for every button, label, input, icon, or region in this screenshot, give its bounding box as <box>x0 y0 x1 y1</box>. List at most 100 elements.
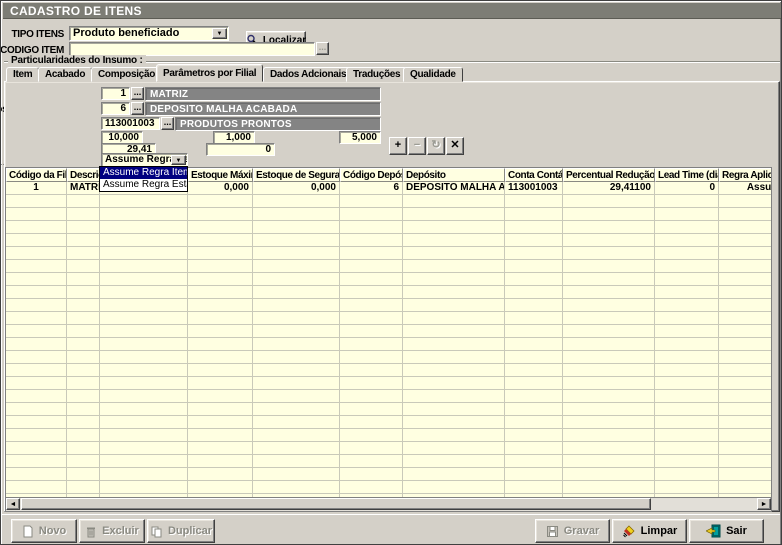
sair-button[interactable]: Sair <box>689 519 764 543</box>
scroll-right-arrow-icon[interactable]: ► <box>757 498 771 510</box>
grid-cell <box>253 429 340 442</box>
grid-empty-row[interactable] <box>6 247 772 260</box>
grid-cell <box>188 403 253 416</box>
grid-empty-row[interactable] <box>6 403 772 416</box>
delete-record-button[interactable]: − <box>408 137 426 155</box>
deposito-padrao-browse-button[interactable]: ... <box>131 102 144 115</box>
grid-empty-row[interactable] <box>6 416 772 429</box>
novo-button[interactable]: Novo <box>11 519 77 543</box>
grid-column-header[interactable]: Conta Contábil <box>505 168 563 182</box>
duplicar-button[interactable]: Duplicar <box>147 519 215 543</box>
grid-empty-row[interactable] <box>6 286 772 299</box>
grid-cell <box>340 195 403 208</box>
grid-cell <box>6 455 67 468</box>
tab-composicao[interactable]: Composição <box>91 67 162 82</box>
grid-empty-row[interactable] <box>6 195 772 208</box>
grid-empty-row[interactable] <box>6 234 772 247</box>
conta-contabil-input[interactable]: 113001003 <box>101 117 160 130</box>
deposito-padrao-input[interactable]: 6 <box>101 102 130 115</box>
grid-cell <box>6 247 67 260</box>
tab-traducoes[interactable]: Traduções <box>346 67 407 82</box>
grid-column-header[interactable]: Lead Time (dias) <box>655 168 719 182</box>
gravar-button[interactable]: Gravar <box>535 519 610 543</box>
grid-column-header[interactable]: Depósito <box>403 168 505 182</box>
grid-empty-row[interactable] <box>6 468 772 481</box>
grid-column-header[interactable]: Descrição <box>67 168 100 182</box>
tab-parametros-por-filial[interactable]: Parâmetros por Filial <box>156 64 263 82</box>
grid-empty-row[interactable] <box>6 338 772 351</box>
grid-empty-row[interactable] <box>6 442 772 455</box>
grid-empty-row[interactable] <box>6 325 772 338</box>
grid-empty-row[interactable] <box>6 351 772 364</box>
scroll-left-arrow-icon[interactable]: ◄ <box>6 498 20 510</box>
conta-contabil-browse-button[interactable]: ... <box>161 117 174 130</box>
grid-cell <box>6 286 67 299</box>
grid-empty-row[interactable] <box>6 273 772 286</box>
grid-empty-row[interactable] <box>6 429 772 442</box>
grid-cell <box>188 481 253 494</box>
grid-cell <box>100 364 188 377</box>
grid-cell <box>340 390 403 403</box>
grid-empty-row[interactable] <box>6 312 772 325</box>
grid-cell <box>655 442 719 455</box>
grid-cell <box>253 468 340 481</box>
grid-cell <box>6 325 67 338</box>
grid-cell <box>6 468 67 481</box>
lead-time-input[interactable]: 0 <box>206 143 275 156</box>
filiais-grid[interactable]: Código da FilialDescriçãoEstoque MínimoE… <box>5 167 772 498</box>
tab-item[interactable]: Item <box>6 67 39 82</box>
limpar-button[interactable]: Limpar <box>612 519 687 543</box>
grid-horizontal-scrollbar[interactable]: ◄ ► <box>5 498 772 512</box>
grid-cell <box>403 468 505 481</box>
grid-column-header[interactable]: Código da Filial <box>6 168 67 182</box>
grid-cell <box>655 403 719 416</box>
cancel-record-button[interactable]: ✕ <box>446 137 464 155</box>
grid-empty-row[interactable] <box>6 208 772 221</box>
grid-column-header[interactable]: Estoque de Segurança <box>253 168 340 182</box>
regra-icms-select[interactable]: Assume Regra Item ▼ <box>101 153 188 167</box>
tab-qualidade[interactable]: Qualidade <box>403 67 463 82</box>
grid-empty-row[interactable] <box>6 260 772 273</box>
grid-empty-row[interactable] <box>6 364 772 377</box>
tab-dados-adcionais[interactable]: Dados Adcionais <box>263 67 353 82</box>
grid-cell: 0,000 <box>188 182 253 195</box>
grid-empty-row[interactable] <box>6 390 772 403</box>
grid-cell <box>340 416 403 429</box>
grid-cell <box>403 247 505 260</box>
grid-column-header[interactable]: Estoque Máximo <box>188 168 253 182</box>
grid-cell <box>563 325 655 338</box>
excluir-button[interactable]: Excluir <box>79 519 145 543</box>
grid-cell <box>67 442 100 455</box>
window-titlebar[interactable]: CADASTRO DE ITENS <box>3 3 781 19</box>
grid-empty-row[interactable] <box>6 481 772 494</box>
grid-empty-row[interactable] <box>6 377 772 390</box>
grid-column-header[interactable]: Código Depósito <box>340 168 403 182</box>
grid-cell <box>188 273 253 286</box>
grid-cell <box>403 377 505 390</box>
grid-cell <box>6 429 67 442</box>
chevron-down-icon[interactable]: ▼ <box>212 28 227 39</box>
grid-column-header[interactable]: Regra Aplica <box>719 168 772 182</box>
tipo-itens-select[interactable]: Produto beneficiado ▼ <box>69 26 229 41</box>
grid-empty-row[interactable] <box>6 221 772 234</box>
refresh-record-button[interactable]: ↻ <box>427 137 445 155</box>
codigo-item-browse-button[interactable]: ... <box>316 42 329 55</box>
codigo-filial-browse-button[interactable]: ... <box>131 87 144 100</box>
add-record-button[interactable]: + <box>389 137 407 155</box>
scrollbar-thumb[interactable] <box>21 498 651 510</box>
codigo-item-input[interactable] <box>69 42 315 56</box>
tab-acabado[interactable]: Acabado <box>38 67 92 82</box>
codigo-filial-input[interactable]: 1 <box>101 87 130 100</box>
grid-cell <box>100 208 188 221</box>
dropdown-option-assume-regra-estado[interactable]: Assume Regra Estado <box>100 179 187 191</box>
grid-column-header[interactable]: Percentual Redução Icms <box>563 168 655 182</box>
chevron-down-icon[interactable]: ▼ <box>171 155 186 165</box>
grid-cell: DEPOSITO MALHA ACABADA <box>403 182 505 195</box>
dropdown-option-assume-regra-item[interactable]: Assume Regra Item <box>100 167 187 179</box>
grid-cell <box>719 481 772 494</box>
grid-empty-row[interactable] <box>6 455 772 468</box>
estoque-seguranca-input[interactable]: 5,000 <box>339 131 381 144</box>
grid-empty-row[interactable] <box>6 299 772 312</box>
grid-cell <box>505 338 563 351</box>
grid-cell <box>67 403 100 416</box>
